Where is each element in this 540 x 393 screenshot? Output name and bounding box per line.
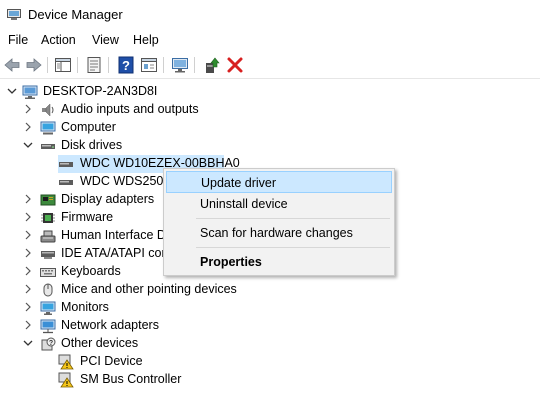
context-item-label: Properties (200, 255, 262, 269)
chevron-right-icon[interactable] (22, 301, 34, 313)
update-driver-icon[interactable] (202, 55, 222, 75)
display-adapter-icon (40, 192, 56, 208)
context-menu: Update driver Uninstall device Scan for … (163, 168, 395, 276)
chevron-right-icon[interactable] (22, 211, 34, 223)
window-title: Device Manager (28, 7, 123, 22)
properties-sheet-icon[interactable] (84, 55, 104, 75)
computer-icon (40, 120, 56, 136)
chevron-right-icon[interactable] (22, 319, 34, 331)
disk-drive-icon (58, 156, 74, 172)
disk-drive-icon (40, 138, 56, 154)
monitor-scan-icon[interactable] (170, 55, 190, 75)
tree-item-mice[interactable]: Mice and other pointing devices (0, 281, 540, 299)
other-devices-icon: ? (40, 336, 56, 352)
tree-item-label: Computer (61, 120, 116, 134)
toolbar-separator (47, 57, 48, 73)
tree-item-label: Other devices (61, 336, 139, 350)
chevron-down-icon[interactable] (22, 337, 34, 349)
disk-drive-icon (58, 174, 74, 190)
context-separator (196, 247, 390, 248)
hid-icon (40, 228, 56, 244)
tree-child-sm-bus[interactable]: SM Bus Controller (0, 371, 540, 389)
chevron-right-icon[interactable] (22, 229, 34, 241)
tree-item-label: Display adapters (61, 192, 155, 206)
network-adapter-icon (40, 318, 56, 334)
tree-item-monitors[interactable]: Monitors (0, 299, 540, 317)
tree-item-label: Disk drives (61, 138, 123, 152)
context-item-label: Uninstall device (200, 197, 288, 211)
tree-root[interactable]: DESKTOP-2AN3D8I (0, 83, 540, 101)
chevron-down-icon[interactable] (6, 85, 18, 97)
warning-device-icon (58, 372, 74, 388)
tree-child-label: SM Bus Controller (80, 372, 182, 386)
context-item-label: Update driver (201, 176, 277, 190)
context-scan-hardware[interactable]: Scan for hardware changes (166, 222, 392, 244)
title-bar: Device Manager (0, 0, 540, 30)
tree-item-disk-drives[interactable]: Disk drives (0, 137, 540, 155)
device-manager-app-icon (7, 9, 21, 21)
tree-item-label: Firmware (61, 210, 114, 224)
tree-item-network[interactable]: Network adapters (0, 317, 540, 335)
menu-bar: File Action View Help (0, 30, 540, 52)
tree-child-pci-device[interactable]: PCI Device (0, 353, 540, 371)
tree-item-audio[interactable]: Audio inputs and outputs (0, 101, 540, 119)
context-uninstall-device[interactable]: Uninstall device (166, 193, 392, 215)
keyboard-icon (40, 264, 56, 280)
toolbar-separator (77, 57, 78, 73)
tree-item-label: Audio inputs and outputs (61, 102, 199, 116)
view-panel-icon[interactable] (139, 55, 159, 75)
menu-view[interactable]: View (92, 33, 119, 47)
tree-item-label: IDE ATA/ATAPI cont (61, 246, 172, 260)
svg-text:?: ? (122, 58, 130, 73)
chevron-right-icon[interactable] (22, 247, 34, 259)
tree-child-label: PCI Device (80, 354, 143, 368)
back-arrow-icon[interactable] (2, 55, 22, 75)
firmware-icon (40, 210, 56, 226)
tree-item-label: Keyboards (61, 264, 121, 278)
toolbar-separator (108, 57, 109, 73)
toolbar: ? (0, 53, 540, 79)
computer-icon (22, 84, 38, 100)
uninstall-x-icon[interactable] (225, 55, 245, 75)
mouse-icon (40, 282, 56, 298)
forward-arrow-icon[interactable] (24, 55, 44, 75)
warning-device-icon (58, 354, 74, 370)
chevron-right-icon[interactable] (22, 103, 34, 115)
menu-file[interactable]: File (8, 33, 28, 47)
context-update-driver[interactable]: Update driver (166, 171, 392, 193)
tree-item-label: Network adapters (61, 318, 159, 332)
menu-help[interactable]: Help (133, 33, 159, 47)
tree-item-computer[interactable]: Computer (0, 119, 540, 137)
toolbar-separator (194, 57, 195, 73)
context-item-label: Scan for hardware changes (200, 226, 353, 240)
root-label: DESKTOP-2AN3D8I (43, 84, 158, 98)
help-icon[interactable]: ? (116, 55, 136, 75)
svg-text:?: ? (49, 340, 53, 347)
show-hide-tree-icon[interactable] (53, 55, 73, 75)
chevron-right-icon[interactable] (22, 283, 34, 295)
toolbar-separator (163, 57, 164, 73)
chevron-right-icon[interactable] (22, 193, 34, 205)
context-properties[interactable]: Properties (166, 251, 392, 273)
tree-item-label: Mice and other pointing devices (61, 282, 237, 296)
monitor-icon (40, 300, 56, 316)
ide-controller-icon (40, 246, 56, 262)
tree-item-other-devices[interactable]: ? Other devices (0, 335, 540, 353)
speaker-icon (40, 102, 56, 118)
tree-item-label: Monitors (61, 300, 109, 314)
menu-action[interactable]: Action (41, 33, 76, 47)
tree-item-label: Human Interface De (61, 228, 173, 242)
context-separator (196, 218, 390, 219)
chevron-down-icon[interactable] (22, 139, 34, 151)
chevron-right-icon[interactable] (22, 121, 34, 133)
chevron-right-icon[interactable] (22, 265, 34, 277)
